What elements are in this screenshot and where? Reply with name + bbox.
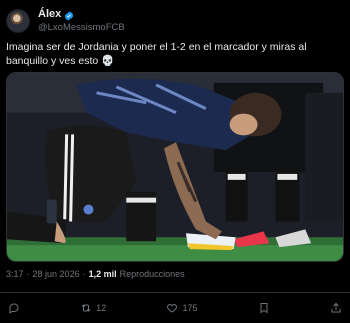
- avatar[interactable]: [6, 9, 30, 33]
- reply-button[interactable]: [8, 302, 20, 314]
- display-name-row: Álex: [38, 8, 125, 21]
- share-icon: [331, 302, 341, 313]
- tweet-photo[interactable]: [6, 72, 344, 262]
- separator-dot: ·: [82, 269, 86, 279]
- divider: [0, 292, 350, 293]
- heart-icon: [167, 303, 178, 313]
- action-bar: 12 175: [0, 298, 350, 318]
- verified-badge-icon: [64, 10, 74, 21]
- retweet-button[interactable]: 12: [80, 302, 106, 314]
- like-button[interactable]: 175: [166, 302, 198, 314]
- tweet-date[interactable]: 28 jun 2026: [33, 269, 80, 279]
- photo-image: [7, 73, 343, 261]
- reply-icon: [9, 303, 19, 314]
- tweet-text: Imagina ser de Jordania y poner el 1-2 e…: [6, 41, 307, 67]
- retweet-icon: [81, 304, 91, 312]
- tweet-header: Álex @LxoMessismoFCB: [6, 6, 125, 36]
- handle[interactable]: @LxoMessismoFCB: [38, 21, 125, 34]
- author-names: Álex @LxoMessismoFCB: [38, 8, 125, 34]
- display-name[interactable]: Álex: [38, 8, 61, 21]
- separator-dot: ·: [26, 269, 30, 279]
- bookmark-button[interactable]: [258, 302, 270, 314]
- retweet-count: 12: [96, 303, 107, 313]
- tweet-meta: 3:17 · 28 jun 2026 · 1,2 mil Reproduccio…: [6, 269, 185, 279]
- views-count: 1,2 mil: [88, 269, 117, 279]
- like-count: 175: [182, 303, 198, 313]
- tweet-time[interactable]: 3:17: [6, 269, 24, 279]
- bookmark-icon: [260, 303, 268, 314]
- share-button[interactable]: [330, 302, 342, 314]
- tweet[interactable]: Álex @LxoMessismoFCB Imagina ser de Jord…: [0, 0, 350, 323]
- views-label: Reproducciones: [119, 269, 185, 279]
